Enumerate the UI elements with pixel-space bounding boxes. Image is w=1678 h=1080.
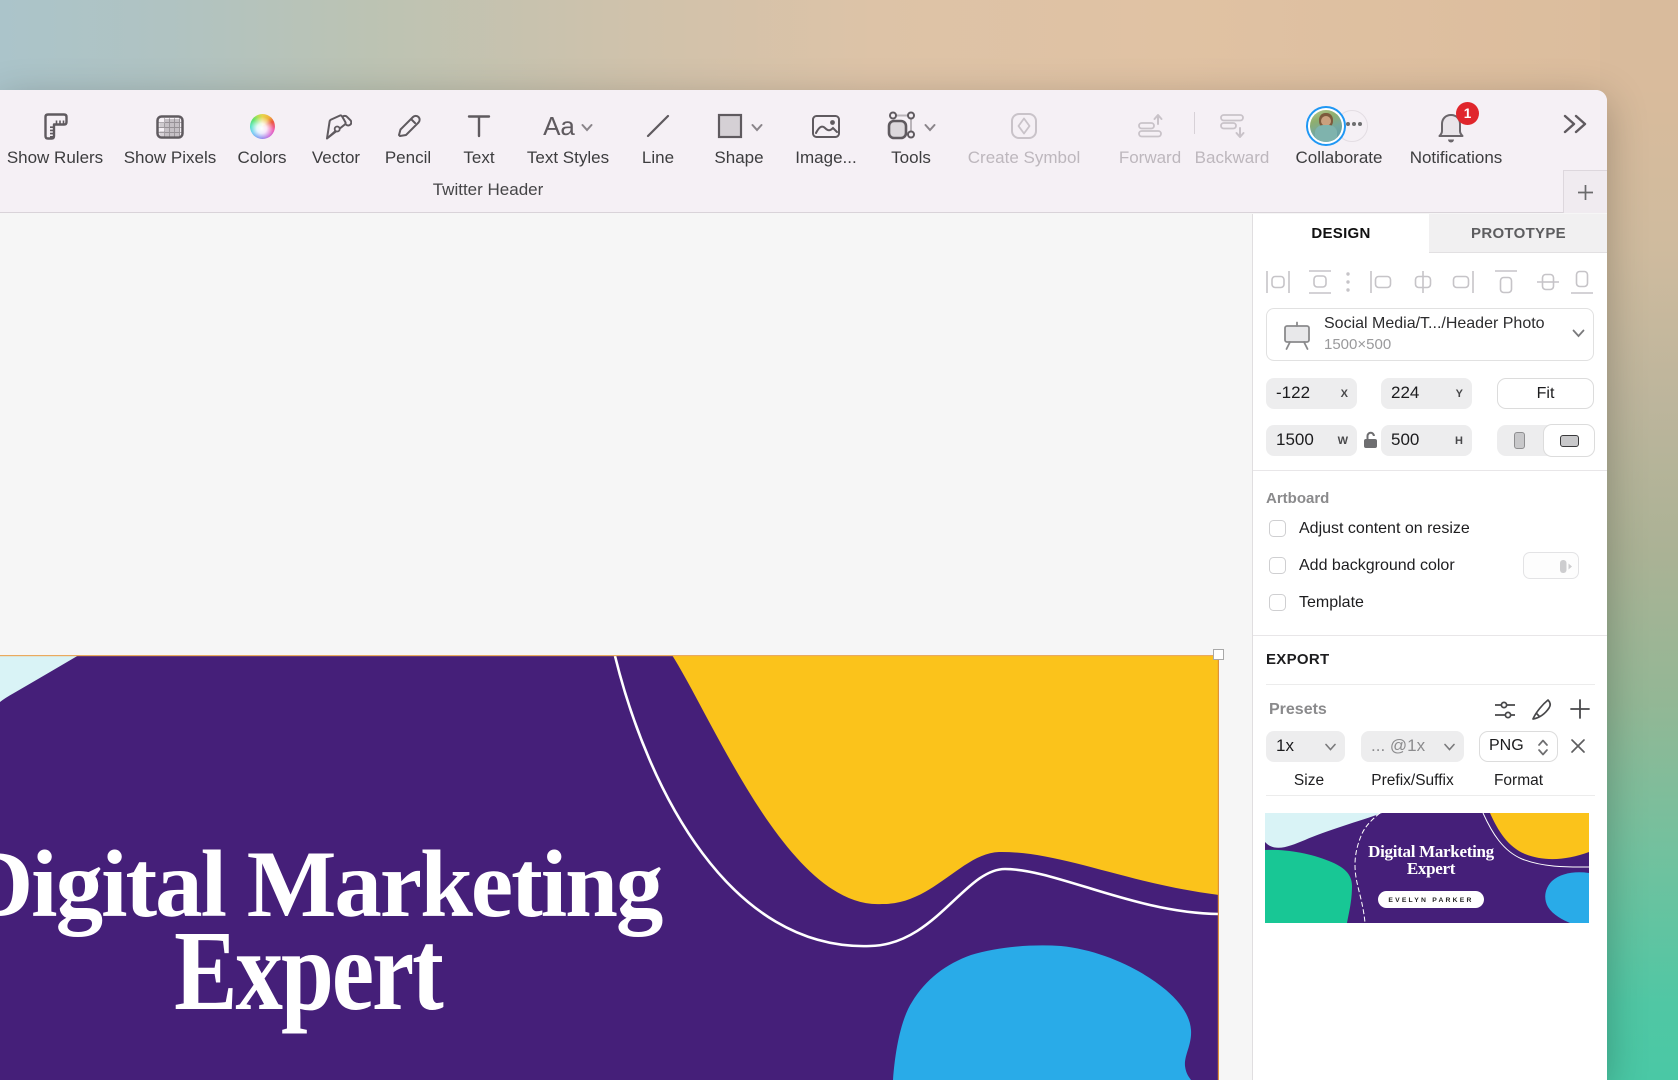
svg-text:Expert: Expert bbox=[1407, 859, 1456, 878]
svg-text:Expert: Expert bbox=[174, 907, 444, 1034]
svg-text:EVELYN PARKER: EVELYN PARKER bbox=[1388, 897, 1473, 904]
